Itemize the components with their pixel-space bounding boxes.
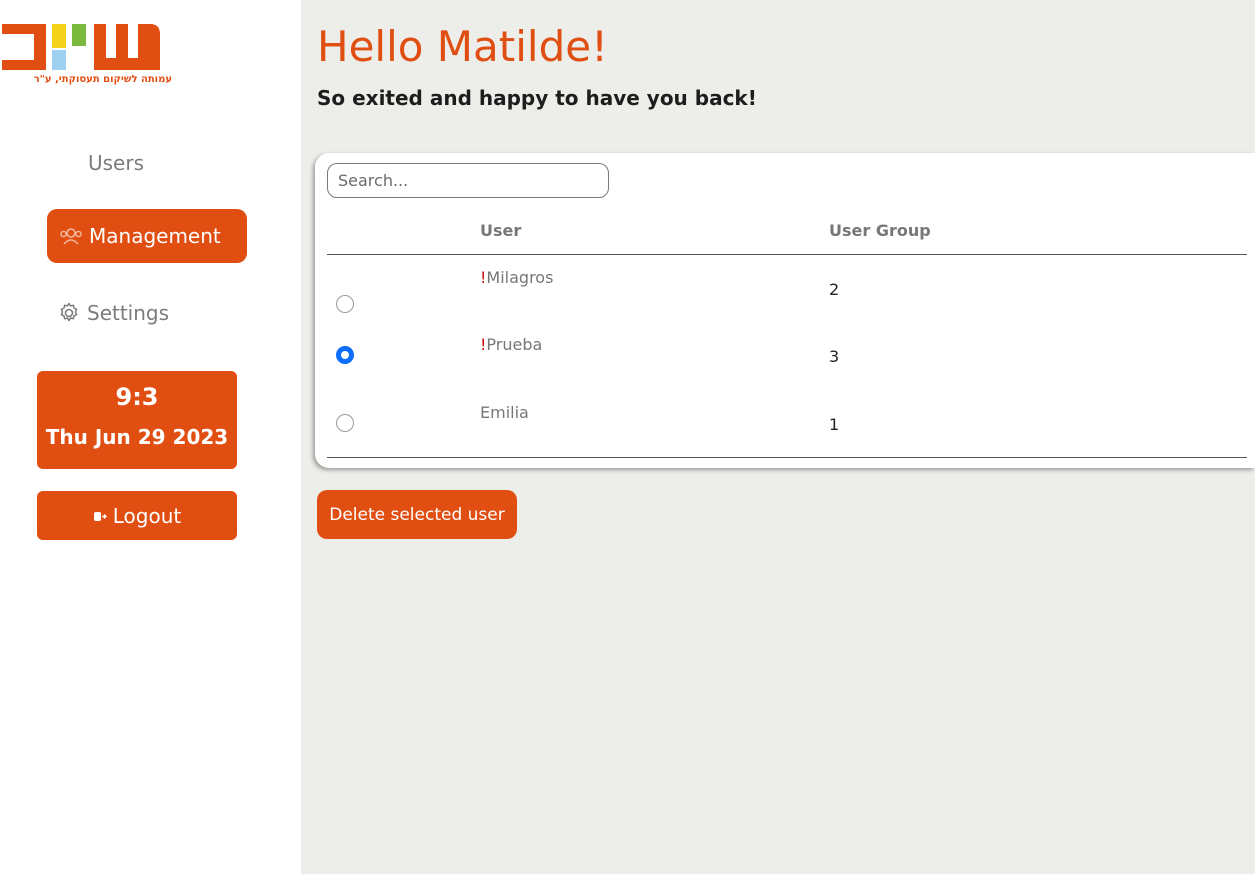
sidebar-item-label: Users — [88, 151, 145, 175]
table-bottom-divider — [327, 457, 1247, 458]
user-name: Milagros — [486, 268, 554, 287]
sidebar-item-settings[interactable]: Settings — [57, 286, 169, 340]
logo-letters-icon — [2, 24, 160, 70]
logout-button[interactable]: Logout — [37, 491, 237, 540]
table-row[interactable]: !Prueba 3 — [315, 335, 1255, 395]
user-cell: !Prueba — [480, 335, 542, 354]
user-name: Prueba — [486, 335, 543, 354]
row-select-radio[interactable] — [336, 295, 354, 313]
user-name: Emilia — [480, 403, 529, 422]
user-cell: !Milagros — [480, 268, 553, 287]
user-group-cell: 1 — [829, 415, 840, 434]
page-subtitle: So exited and happy to have you back! — [317, 86, 757, 110]
table-header-divider — [327, 254, 1247, 255]
sidebar-item-users[interactable]: Users — [88, 136, 144, 190]
sidebar: עמותה לשיקום תעסוקתי, ע"ר Users Manageme… — [0, 0, 301, 874]
table-row[interactable]: Emilia 1 — [315, 403, 1255, 463]
logout-label: Logout — [112, 503, 182, 528]
gear-icon — [60, 302, 78, 322]
column-header-user-group: User Group — [829, 221, 931, 240]
logout-icon — [93, 511, 107, 521]
user-group-cell: 2 — [829, 280, 840, 299]
row-select-radio[interactable] — [336, 346, 354, 364]
sidebar-item-label: Settings — [87, 301, 170, 325]
clock-time: 9:3 — [115, 383, 159, 411]
search-input[interactable] — [327, 163, 609, 198]
brand-logo: עמותה לשיקום תעסוקתי, ע"ר — [0, 22, 172, 92]
column-header-user: User — [480, 221, 522, 240]
user-group-cell: 3 — [829, 347, 840, 366]
user-cell: Emilia — [480, 403, 529, 422]
row-select-radio[interactable] — [336, 414, 354, 432]
clock-widget: 9:3 Thu Jun 29 2023 — [37, 371, 237, 469]
logo-tagline: עמותה לשיקום תעסוקתי, ע"ר — [33, 74, 172, 85]
users-table-card: User User Group !Milagros 2 !Prueba 3 Em… — [315, 153, 1255, 468]
delete-selected-user-button[interactable]: Delete selected user — [317, 490, 517, 539]
sidebar-item-label: Management — [89, 224, 221, 248]
table-row[interactable]: !Milagros 2 — [315, 268, 1255, 328]
sidebar-item-management[interactable]: Management — [47, 209, 247, 263]
clock-date: Thu Jun 29 2023 — [45, 425, 229, 449]
users-icon — [60, 228, 82, 245]
page-title: Hello Matilde! — [317, 22, 608, 71]
